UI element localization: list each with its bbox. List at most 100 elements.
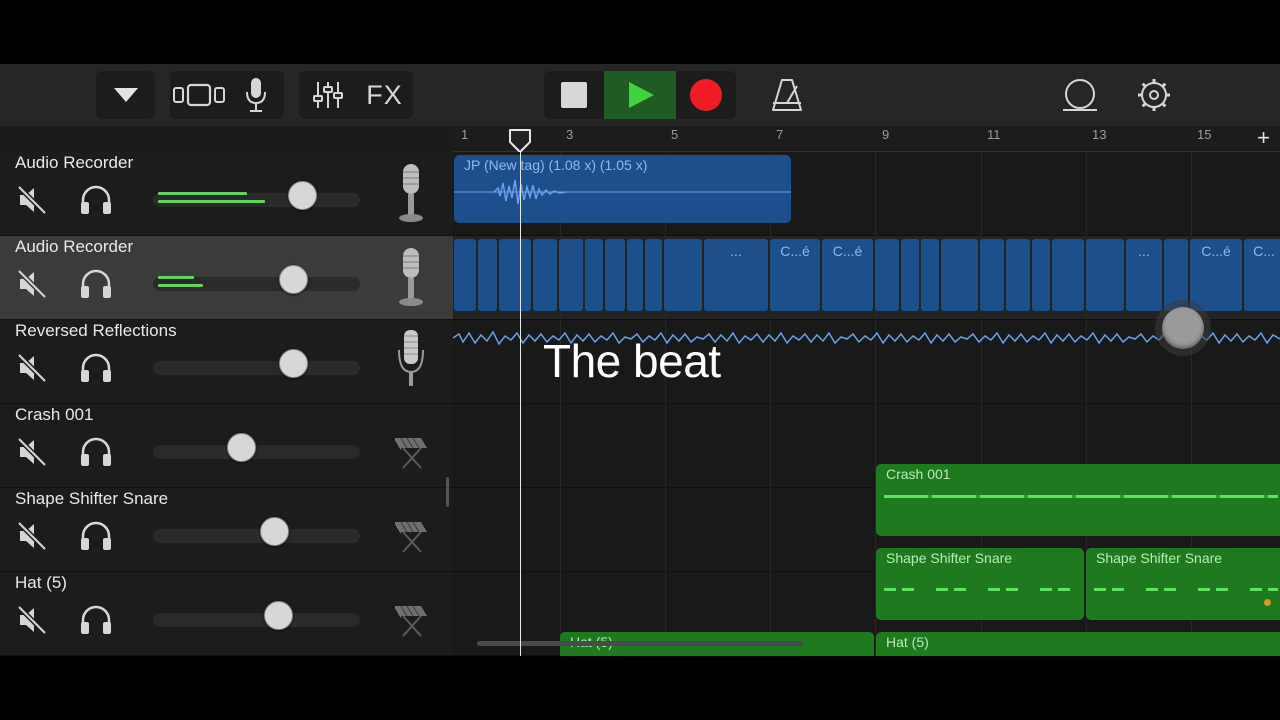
touch-indicator-dot xyxy=(1162,307,1204,349)
settings-gear-icon[interactable] xyxy=(1137,78,1171,112)
microphone-icon xyxy=(245,78,266,112)
track-header[interactable]: Audio Recorder xyxy=(0,152,453,236)
mute-speaker-icon[interactable] xyxy=(16,352,48,384)
audio-region-segment[interactable]: C...é xyxy=(1190,239,1242,311)
mute-speaker-icon[interactable] xyxy=(16,604,48,636)
toolbar: FX xyxy=(0,64,1280,126)
audio-region-segment[interactable]: ... xyxy=(1126,239,1162,311)
microphone-instrument-icon xyxy=(399,164,423,222)
audio-region-segment[interactable] xyxy=(921,239,939,311)
track-header[interactable]: Shape Shifter Snare xyxy=(0,488,453,572)
volume-slider[interactable] xyxy=(153,445,360,459)
playhead-handle[interactable] xyxy=(508,128,532,154)
headphones-solo-icon[interactable] xyxy=(79,436,113,468)
level-meter xyxy=(158,192,247,195)
midi-region[interactable]: Hat (5) xyxy=(876,632,1280,656)
volume-slider[interactable] xyxy=(153,613,360,627)
midi-region[interactable]: Shape Shifter Snare xyxy=(1086,548,1280,620)
volume-knob[interactable] xyxy=(279,265,308,294)
audio-region-segment[interactable] xyxy=(980,239,1004,311)
instrument-view-button[interactable] xyxy=(227,71,284,119)
track-name: Reversed Reflections xyxy=(15,321,177,340)
volume-knob[interactable] xyxy=(260,517,289,546)
headphones-solo-icon[interactable] xyxy=(79,352,113,384)
region-name: Shape Shifter Snare xyxy=(1096,550,1223,566)
mix-fx-group: FX xyxy=(299,71,413,119)
microphone-instrument-icon xyxy=(399,248,423,306)
bar-gridline xyxy=(665,152,666,656)
play-button[interactable] xyxy=(604,71,676,119)
headphones-solo-icon[interactable] xyxy=(79,268,113,300)
mixer-button[interactable] xyxy=(299,71,356,119)
audio-region-segment[interactable] xyxy=(559,239,583,311)
timeline-scrollbar[interactable] xyxy=(477,641,803,646)
volume-slider[interactable] xyxy=(153,529,360,543)
stop-icon xyxy=(561,82,587,108)
garageband-app: FX 1 3 5 7 9 11 13 15 + Audio Recorder A… xyxy=(0,64,1280,656)
tracks-menu-button[interactable] xyxy=(96,71,155,119)
midi-region[interactable]: Crash 001 xyxy=(876,464,1280,536)
region-name: C...é xyxy=(832,243,863,259)
metronome-icon[interactable] xyxy=(771,78,803,112)
audio-region[interactable]: JP (New tag) (1.08 x) (1.05 x) xyxy=(454,155,791,223)
volume-knob[interactable] xyxy=(227,433,256,462)
record-icon xyxy=(690,79,722,111)
track-header[interactable]: Crash 001 xyxy=(0,404,453,488)
audio-region-segment[interactable]: C...é xyxy=(822,239,873,311)
audio-region-segment[interactable]: C...é xyxy=(770,239,820,311)
audio-region-segment[interactable] xyxy=(645,239,662,311)
volume-knob[interactable] xyxy=(279,349,308,378)
volume-knob[interactable] xyxy=(264,601,293,630)
mute-speaker-icon[interactable] xyxy=(16,268,48,300)
loop-browser-icon[interactable] xyxy=(1061,78,1099,112)
audio-region-segment[interactable] xyxy=(664,239,702,311)
tracks-view-button[interactable] xyxy=(170,71,227,119)
bar-gridline xyxy=(560,152,561,656)
bar-number: 5 xyxy=(671,127,679,142)
volume-knob[interactable] xyxy=(288,181,317,210)
track-header[interactable]: Audio Recorder xyxy=(0,236,453,320)
track-name: Audio Recorder xyxy=(15,153,134,172)
audio-region-segment[interactable] xyxy=(627,239,643,311)
headers-scrollbar[interactable] xyxy=(446,477,449,507)
headphones-solo-icon[interactable] xyxy=(79,604,113,636)
track-name: Crash 001 xyxy=(15,405,94,424)
audio-region-segment[interactable] xyxy=(875,239,899,311)
audio-region-segment[interactable]: C... xyxy=(1244,239,1280,311)
headphones-solo-icon[interactable] xyxy=(79,520,113,552)
audio-region-segment[interactable] xyxy=(605,239,625,311)
audio-region-segment[interactable] xyxy=(1032,239,1050,311)
stop-button[interactable] xyxy=(544,71,604,119)
play-icon xyxy=(629,82,654,108)
midi-region[interactable]: Shape Shifter Snare xyxy=(876,548,1084,620)
fx-button[interactable]: FX xyxy=(356,71,413,119)
record-button[interactable] xyxy=(676,71,736,119)
audio-region-segment[interactable] xyxy=(499,239,531,311)
audio-region-segment[interactable] xyxy=(454,239,476,311)
audio-region-segment[interactable] xyxy=(533,239,557,311)
audio-region-segment[interactable] xyxy=(1006,239,1030,311)
tracks-timeline[interactable]: JP (New tag) (1.08 x) (1.05 x) ... C...é… xyxy=(453,152,1280,656)
track-header[interactable]: Hat (5) xyxy=(0,572,453,656)
mute-speaker-icon[interactable] xyxy=(16,436,48,468)
track-headers: Audio Recorder Audio Recorder Reversed R… xyxy=(0,152,453,656)
audio-region-segment[interactable] xyxy=(941,239,978,311)
audio-region-segment[interactable] xyxy=(1086,239,1124,311)
keyboard-instrument-icon xyxy=(395,605,427,637)
view-switch-group xyxy=(170,71,284,119)
headphones-solo-icon[interactable] xyxy=(79,184,113,216)
track-header[interactable]: Reversed Reflections xyxy=(0,320,453,404)
bar-ruler[interactable]: 1 3 5 7 9 11 13 15 + xyxy=(453,126,1280,152)
add-section-button[interactable]: + xyxy=(1257,126,1270,150)
mixer-sliders-icon xyxy=(312,82,343,108)
audio-region-segment[interactable] xyxy=(478,239,497,311)
audio-region-segment[interactable] xyxy=(901,239,919,311)
audio-region-segment[interactable] xyxy=(585,239,603,311)
mute-speaker-icon[interactable] xyxy=(16,520,48,552)
video-caption: The beat xyxy=(543,335,721,387)
audio-region-segment[interactable]: ... xyxy=(704,239,768,311)
bar-number: 1 xyxy=(461,127,469,142)
volume-slider[interactable] xyxy=(153,361,360,375)
audio-region-segment[interactable] xyxy=(1052,239,1084,311)
mute-speaker-icon[interactable] xyxy=(16,184,48,216)
